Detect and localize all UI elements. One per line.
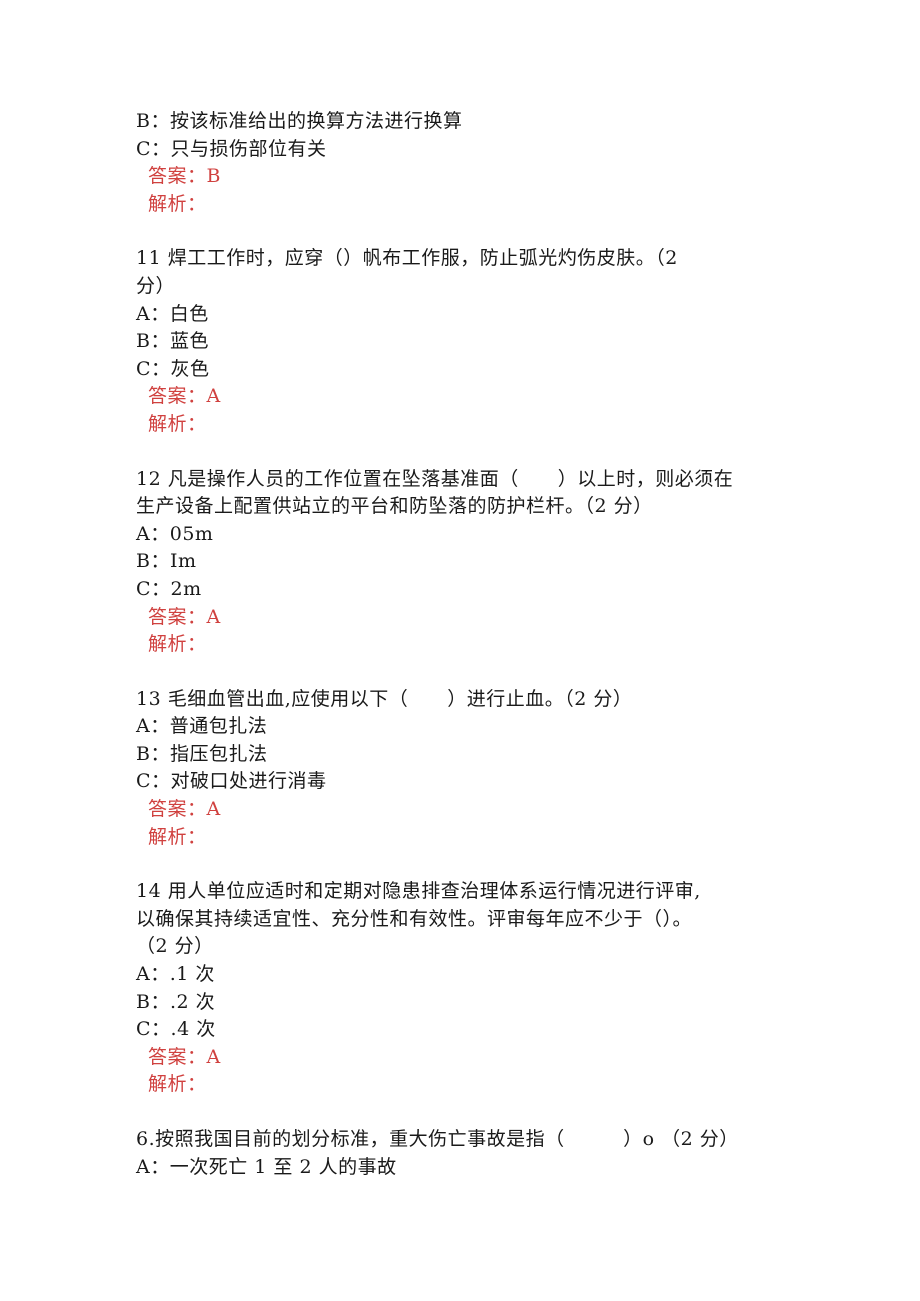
option-label: B：	[136, 330, 170, 353]
option-label: B：	[136, 110, 170, 132]
option-b: B：蓝色	[136, 328, 796, 356]
option-label: A：	[136, 715, 170, 738]
question-stem-continued: 以确保其持续适宜性、充分性和有效性。评审每年应不少于（）。	[136, 907, 693, 930]
option-label: C：	[136, 770, 171, 793]
option-b: B：Im	[136, 548, 796, 576]
answer-value: B	[206, 165, 221, 188]
option-label: A：	[136, 1155, 170, 1178]
option-c: C：只与损伤部位有关	[136, 136, 796, 164]
option-text: 只与损伤部位有关	[170, 137, 327, 160]
option-label: A：	[136, 522, 170, 545]
option-text: 2m	[170, 577, 202, 600]
answer-label: 答案：	[148, 798, 207, 821]
question-block-10-tail: B：按该标准给出的换算方法进行换算 C：只与损伤部位有关 答案：B 解析：	[136, 108, 796, 218]
option-text: Im	[169, 550, 197, 573]
option-text: .1 次	[169, 963, 215, 986]
question-stem: 13 毛细血管出血,应使用以下（ ）进行止血。（2 分）	[136, 687, 633, 710]
answer-value: A	[206, 605, 221, 628]
option-label: C：	[136, 577, 171, 600]
option-c: C：对破口处进行消毒	[136, 768, 796, 796]
answer-label: 答案：	[148, 1045, 207, 1068]
question-block-12: 12 凡是操作人员的工作位置在坠落基准面（ ）以上时，则必须在 生产设备上配置供…	[136, 466, 796, 659]
option-label: C：	[136, 1018, 171, 1041]
option-text: 蓝色	[169, 330, 209, 353]
question-stem-continued: （2 分）	[136, 935, 214, 958]
analysis-line: 解析：	[148, 633, 207, 656]
answer-line: 答案：A	[136, 796, 796, 824]
option-b: B：指压包扎法	[136, 741, 796, 769]
answer-value: A	[206, 1045, 221, 1068]
question-stem-continued: 生产设备上配置供站立的平台和防坠落的防护栏杆。（2 分）	[136, 495, 653, 518]
document-page: B：按该标准给出的换算方法进行换算 C：只与损伤部位有关 答案：B 解析： 11…	[136, 108, 796, 1181]
question-block-11: 11 焊工工作时，应穿（）帆布工作服，防止弧光灼伤皮肤。（2 分） A：白色 B…	[136, 245, 796, 438]
option-a: A：05m	[136, 521, 796, 549]
answer-line: 答案：A	[136, 604, 796, 632]
option-label: B：	[136, 742, 170, 765]
option-label: B：	[136, 550, 170, 573]
answer-value: A	[206, 385, 221, 408]
option-text: 灰色	[170, 357, 210, 380]
option-text: 按该标准给出的换算方法进行换算	[169, 110, 463, 132]
question-stem-continued: 分）	[136, 274, 176, 297]
option-b: B：按该标准给出的换算方法进行换算	[136, 108, 796, 136]
option-text: 普通包扎法	[169, 715, 268, 738]
question-block-6: 6.按照我国目前的划分标准，重大伤亡事故是指（ ）o （2 分） A：一次死亡 …	[136, 1126, 796, 1181]
option-label: A：	[136, 302, 170, 325]
option-label: A：	[136, 963, 170, 986]
question-stem: 11 焊工工作时，应穿（）帆布工作服，防止弧光灼伤皮肤。（2	[136, 247, 678, 270]
answer-line: 答案：A	[136, 1044, 796, 1072]
option-label: C：	[136, 357, 171, 380]
option-b: B：.2 次	[136, 989, 796, 1017]
answer-label: 答案：	[148, 165, 207, 188]
analysis-line: 解析：	[148, 412, 207, 435]
option-text: 对破口处进行消毒	[170, 770, 327, 793]
analysis-line: 解析：	[148, 825, 207, 848]
question-stem: 6.按照我国目前的划分标准，重大伤亡事故是指（ ）o （2 分）	[136, 1128, 739, 1150]
option-text: .2 次	[169, 990, 216, 1013]
option-text: 一次死亡 1 至 2 人的事故	[169, 1155, 397, 1178]
answer-line: 答案：B	[136, 163, 796, 191]
option-c: C：灰色	[136, 356, 796, 384]
option-a: A：.1 次	[136, 961, 796, 989]
option-text: 白色	[169, 302, 209, 325]
answer-label: 答案：	[148, 385, 207, 408]
option-a: A：白色	[136, 301, 796, 329]
answer-value: A	[206, 798, 221, 821]
answer-label: 答案：	[148, 605, 207, 628]
analysis-line: 解析：	[148, 192, 207, 215]
question-block-14: 14 用人单位应适时和定期对隐患排查治理体系运行情况进行评审, 以确保其持续适宜…	[136, 878, 796, 1099]
option-text: .4 次	[170, 1018, 216, 1041]
option-text: 指压包扎法	[169, 742, 268, 765]
option-label: C：	[136, 137, 171, 160]
answer-line: 答案：A	[136, 383, 796, 411]
question-block-13: 13 毛细血管出血,应使用以下（ ）进行止血。（2 分） A：普通包扎法 B：指…	[136, 686, 796, 852]
option-a: A：一次死亡 1 至 2 人的事故	[136, 1154, 796, 1182]
analysis-line: 解析：	[148, 1073, 207, 1096]
option-c: C：.4 次	[136, 1016, 796, 1044]
option-c: C：2m	[136, 576, 796, 604]
question-stem: 14 用人单位应适时和定期对隐患排查治理体系运行情况进行评审,	[136, 880, 701, 903]
question-stem: 12 凡是操作人员的工作位置在坠落基准面（ ）以上时，则必须在	[136, 467, 734, 490]
option-a: A：普通包扎法	[136, 713, 796, 741]
option-text: 05m	[169, 522, 214, 545]
option-label: B：	[136, 990, 170, 1013]
